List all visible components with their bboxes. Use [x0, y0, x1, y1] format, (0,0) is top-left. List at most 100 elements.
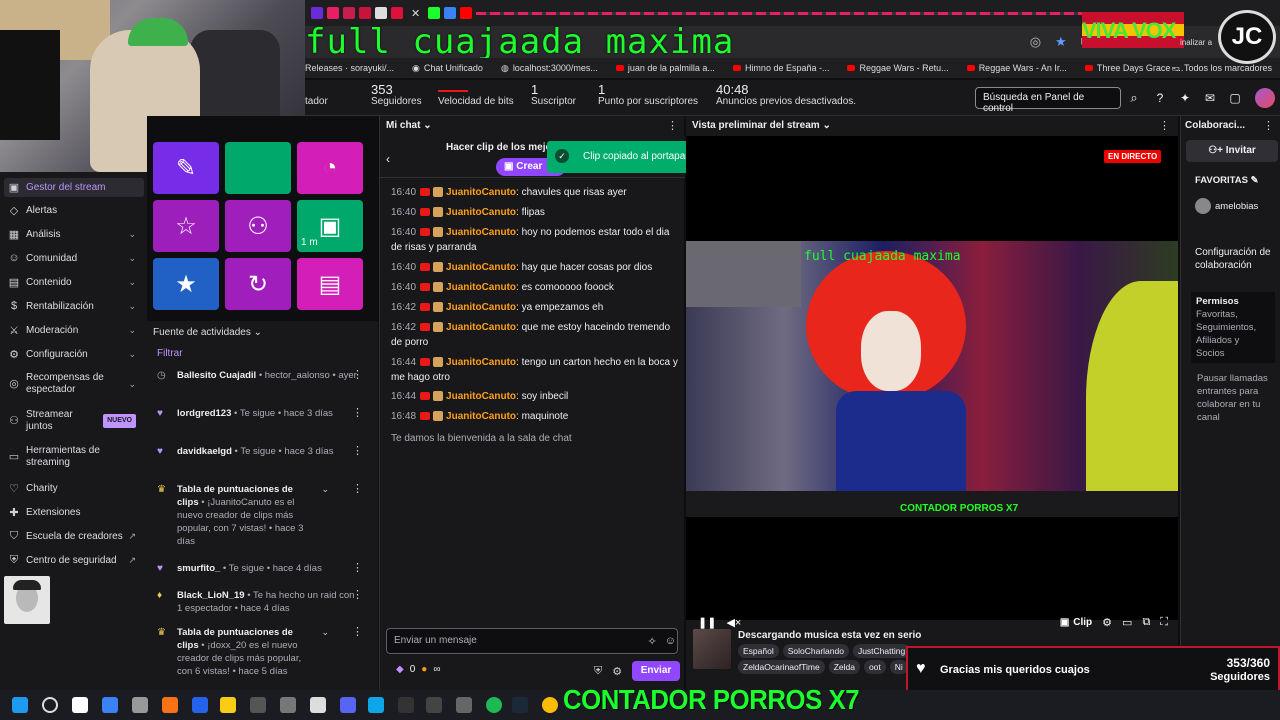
quick-action-replay[interactable]: ↻	[225, 258, 291, 310]
chat-title[interactable]: Mi chat ⌄	[386, 120, 432, 131]
bookmark-item[interactable]: Releases · sorayuki/...	[305, 63, 394, 73]
help-icon[interactable]: ?	[1153, 91, 1167, 105]
close-tab-icon[interactable]: ✕	[411, 7, 420, 20]
chat-message-input[interactable]: Enviar un mensaje	[386, 628, 678, 654]
back-arrow-icon[interactable]: ‹	[386, 152, 390, 166]
quick-action-green[interactable]	[225, 142, 291, 194]
more-options-icon[interactable]: ⋮	[1263, 119, 1274, 132]
tag[interactable]: SoloCharlando	[782, 644, 849, 658]
pause-calls-setting[interactable]: Pausar llamadas entrantes para colaborar…	[1197, 372, 1277, 424]
steam-icon[interactable]	[512, 697, 528, 713]
chevron-down-icon[interactable]: ⌄	[321, 483, 329, 496]
tab-favicon[interactable]	[460, 7, 473, 19]
sidebar-item-monetization[interactable]: $ Rentabilización ⌄	[8, 300, 140, 312]
chrome-icon[interactable]	[542, 697, 558, 713]
send-button[interactable]: Enviar	[632, 661, 680, 681]
favorite-user[interactable]: amelobias	[1195, 198, 1258, 214]
app-icon[interactable]	[132, 697, 148, 713]
sidebar-item-community[interactable]: ☺ Comunidad ⌄	[8, 252, 140, 264]
tab-favicon[interactable]	[343, 7, 355, 19]
more-options-icon[interactable]: ⋮	[352, 589, 363, 602]
tab-favicon[interactable]	[375, 7, 387, 19]
feed-filter-button[interactable]: Filtrar	[157, 348, 183, 359]
dashboard-search-input[interactable]: Búsqueda en Panel de control	[975, 87, 1121, 114]
tag[interactable]: Zelda	[828, 660, 860, 674]
eye-off-icon[interactable]: ◎	[1030, 34, 1041, 50]
more-options-icon[interactable]: ⋮	[667, 119, 678, 132]
more-options-icon[interactable]: ⋮	[352, 369, 363, 382]
app-icon[interactable]	[162, 697, 178, 713]
quick-action-moderation[interactable]: ◔	[297, 142, 363, 194]
mail-icon[interactable]: ✉	[1203, 91, 1217, 105]
bits-balance[interactable]: ◆ 0 ● ∞	[396, 664, 440, 675]
sidebar-item-settings[interactable]: ⚙ Configuración ⌄	[8, 348, 140, 361]
app-icon[interactable]	[72, 697, 88, 713]
tag[interactable]: JustChatting	[852, 644, 911, 658]
sidebar-item-stream-manager[interactable]: ▣ Gestor del stream	[4, 178, 144, 197]
pencil-icon[interactable]: ✎	[1251, 175, 1259, 186]
app-icon[interactable]	[398, 697, 414, 713]
sidebar-item-extensions[interactable]: ✚ Extensiones	[8, 506, 140, 519]
app-icon[interactable]	[250, 697, 266, 713]
bookmark-item[interactable]: Three Days Grace -...	[1084, 63, 1183, 73]
bookmark-item[interactable]: Reggae Wars - An Ir...	[966, 63, 1067, 73]
chat-bubble-icon[interactable]: ▢	[1228, 91, 1242, 105]
tag[interactable]: ZeldaOcarinaofTime	[738, 660, 825, 674]
search-icon[interactable]: ⌕	[1123, 87, 1145, 109]
tab-favicon[interactable]	[359, 7, 371, 19]
activity-feed-title[interactable]: Fuente de actividades ⌄	[153, 327, 262, 338]
app-icon[interactable]	[426, 697, 442, 713]
sidebar-item-analytics[interactable]: ▦ Análisis ⌄	[8, 228, 140, 241]
star-icon[interactable]: ★	[1055, 34, 1067, 50]
shield-icon[interactable]: ⛨	[594, 665, 602, 678]
app-icon[interactable]	[102, 697, 118, 713]
more-options-icon[interactable]: ⋮	[352, 445, 363, 458]
tab-favicon[interactable]	[311, 7, 323, 19]
tab-favicon[interactable]	[327, 7, 339, 19]
discord-icon[interactable]	[340, 697, 356, 713]
quick-action-add-user[interactable]: ⚇	[225, 200, 291, 252]
more-options-icon[interactable]: ⋮	[352, 562, 363, 575]
app-icon[interactable]	[310, 697, 326, 713]
more-options-icon[interactable]: ⋮	[1159, 119, 1170, 132]
sidebar-item-safety-center[interactable]: ⛨ Centro de seguridad ↗	[8, 554, 140, 567]
sidebar-item-content[interactable]: ▤ Contenido ⌄	[8, 276, 140, 289]
app-icon[interactable]	[192, 697, 208, 713]
quick-action-highlight[interactable]: ★	[153, 258, 219, 310]
tag[interactable]: Español	[738, 644, 779, 658]
sparkle-icon[interactable]: ✦	[1178, 91, 1192, 105]
tab-favicon[interactable]	[391, 7, 403, 19]
tab-favicon[interactable]	[428, 7, 441, 19]
search-icon[interactable]	[42, 697, 58, 713]
chevron-down-icon[interactable]: ⌄	[321, 626, 329, 639]
spotify-icon[interactable]	[486, 697, 502, 713]
app-icon[interactable]	[280, 697, 296, 713]
permissions-setting[interactable]: Permisos Favoritas, Seguimientos, Afiliad…	[1191, 292, 1275, 363]
quick-action-star[interactable]: ☆	[153, 200, 219, 252]
bookmark-item[interactable]: juan de la palmilla a...	[615, 63, 715, 73]
invite-button[interactable]: ⚇+ Invitar	[1186, 140, 1278, 162]
tab-favicon[interactable]	[444, 7, 457, 19]
bookmark-item[interactable]: ◉ Chat Unificado	[412, 63, 483, 74]
app-icon[interactable]	[456, 697, 472, 713]
sidebar-item-streaming-tools[interactable]: ▭ Herramientas de streaming	[8, 445, 140, 469]
gear-icon[interactable]: ⚙	[612, 665, 622, 678]
vscode-icon[interactable]	[368, 697, 384, 713]
sidebar-item-viewer-rewards[interactable]: ◎ Recompensas de espectador ⌄	[8, 372, 140, 396]
more-options-icon[interactable]: ⋮	[352, 483, 363, 496]
start-icon[interactable]	[12, 697, 28, 713]
quick-action-layout[interactable]: ▤	[297, 258, 363, 310]
sidebar-item-charity[interactable]: ♡ Charity	[8, 482, 140, 495]
quick-action-edit[interactable]: ✎	[153, 142, 219, 194]
stream-preview-title[interactable]: Vista preliminar del stream ⌄	[692, 120, 831, 131]
sidebar-item-creator-school[interactable]: ⛉ Escuela de creadores ↗	[8, 530, 140, 543]
more-options-icon[interactable]: ⋮	[352, 407, 363, 420]
sidebar-item-stream-together[interactable]: ⚇ Streamear juntos NUEVO	[8, 409, 140, 433]
emoji-icon[interactable]: ☺	[665, 635, 676, 648]
sidebar-item-alerts[interactable]: ◇ Alertas	[8, 204, 140, 217]
sidebar-item-moderation[interactable]: ⚔ Moderación ⌄	[8, 324, 140, 337]
bookmark-item[interactable]: Himno de España -...	[732, 63, 829, 73]
avatar[interactable]	[1255, 88, 1275, 108]
magic-icon[interactable]: ✧	[648, 635, 657, 648]
bookmark-item[interactable]: ◍ localhost:3000/mes...	[501, 63, 598, 74]
